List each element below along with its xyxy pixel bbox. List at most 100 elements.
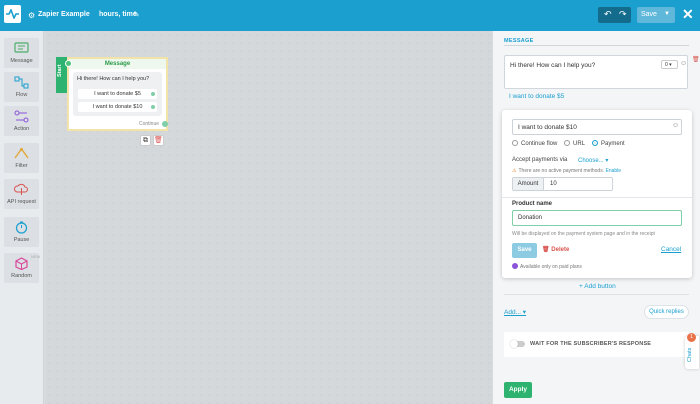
left-toolbar: Message Flow Action Filter API request P… (0, 31, 44, 404)
apply-button[interactable]: Apply (504, 382, 532, 398)
tool-label: Action (13, 126, 30, 132)
tool-pause[interactable]: Pause (4, 217, 39, 247)
radio-label: Continue flow (521, 141, 558, 147)
continue-port[interactable] (162, 121, 168, 127)
tool-filter[interactable]: Filter (4, 143, 39, 173)
filter-icon (14, 147, 29, 159)
payment-method-value: Choose... (578, 158, 604, 164)
node-button-label: I want to donate $10 (92, 104, 143, 110)
divider (504, 45, 689, 46)
wait-response-label: WAIT FOR THE SUBSCRIBER'S RESPONSE (530, 341, 652, 347)
new-badge: NEW (31, 254, 41, 259)
chats-badge: 1 (687, 333, 696, 342)
delete-label: Delete (551, 247, 570, 253)
flow-name[interactable]: Zapier Example (38, 11, 90, 18)
char-count: 0 (665, 62, 668, 68)
product-name-input[interactable]: Donation (512, 210, 682, 226)
save-button-label: Save (641, 11, 657, 18)
node-button[interactable]: I want to donate $10 (78, 102, 157, 112)
quick-replies-button[interactable]: Quick replies (644, 305, 689, 319)
gear-icon[interactable]: ⚙ (28, 11, 35, 20)
enable-link[interactable]: Enable (605, 168, 621, 174)
node-message-text: Hi there! How can I help you? (77, 76, 150, 82)
emoji-icon[interactable]: ☺ (672, 122, 679, 129)
continue-label: Continue (139, 121, 160, 127)
tool-label: API request (7, 199, 36, 205)
tool-flow[interactable]: Flow (4, 72, 39, 102)
node-message-bubble: Hi there! How can I help you? I want to … (73, 72, 162, 116)
existing-button-link[interactable]: I want to donate $5 (509, 93, 564, 100)
message-icon (14, 42, 29, 53)
radio-circle[interactable] (512, 140, 518, 146)
start-label: Start (57, 64, 63, 77)
timer-icon (15, 221, 28, 234)
radio-label: Payment (601, 141, 625, 147)
trash-icon[interactable]: 🗑 (153, 135, 164, 146)
premium-icon (512, 263, 518, 269)
amount-value[interactable]: 10 (550, 181, 557, 187)
paid-plan-note: Available only on paid plans (512, 263, 582, 270)
payment-method-select[interactable]: Choose... ▾ (578, 157, 608, 164)
tool-api-request[interactable]: API request (4, 179, 39, 209)
amount-field[interactable]: Amount 10 (512, 177, 613, 191)
radio-continue-flow[interactable]: Continue flow (512, 140, 557, 147)
tool-action[interactable]: Action (4, 106, 39, 136)
warning-text: There are no active payment methods. (518, 168, 605, 174)
undo-redo-group: ↶ ↷ (598, 7, 631, 23)
save-button[interactable]: Save (512, 243, 537, 258)
cube-icon (15, 257, 28, 270)
flow-canvas[interactable]: Start Message Hi there! How can I help y… (45, 31, 492, 404)
payment-warning: ⚠ There are no active payment methods. En… (512, 168, 621, 174)
tool-label: Random (11, 273, 32, 279)
tool-label: Flow (15, 92, 28, 98)
radio-payment[interactable]: Payment (592, 140, 625, 147)
chats-label: Chats (687, 347, 693, 362)
radio-circle[interactable] (564, 140, 570, 146)
pencil-icon[interactable]: ✎ (133, 10, 140, 19)
node-input-port[interactable] (65, 60, 72, 67)
step-name[interactable]: hours, time (99, 11, 137, 18)
app-logo-icon[interactable] (4, 5, 21, 23)
message-textarea[interactable]: Hi there! How can I help you? 0 ▾ ☺ (504, 55, 688, 89)
tool-label: Pause (13, 237, 30, 243)
wait-response-toggle[interactable] (510, 340, 525, 348)
node-button-label: I want to donate $5 (94, 91, 141, 97)
cancel-link[interactable]: Cancel (661, 246, 681, 253)
radio-label: URL (573, 141, 586, 147)
properties-panel: MESSAGE Hi there! How can I help you? 0 … (492, 31, 700, 404)
button-text-field[interactable]: ☺ (512, 119, 682, 135)
divider (502, 197, 692, 198)
chevron-down-icon[interactable]: ▼ (664, 11, 670, 17)
emoji-icon[interactable]: ☺ (680, 60, 687, 67)
message-node[interactable]: Message Hi there! How can I help you? I … (65, 57, 168, 131)
redo-icon[interactable]: ↷ (619, 9, 627, 20)
copy-icon[interactable]: ⧉ (140, 135, 151, 146)
tool-message[interactable]: Message (4, 38, 39, 68)
warning-icon: ⚠ (512, 168, 517, 174)
node-button-port[interactable] (151, 105, 155, 109)
api-request-icon (14, 183, 28, 195)
button-editor-card: ☺ Continue flow URL Payment Accept payme… (502, 110, 692, 278)
radio-circle-selected[interactable] (592, 140, 598, 146)
save-button[interactable]: Save ▼ (637, 7, 675, 23)
undo-icon[interactable]: ↶ (604, 9, 612, 20)
add-menu-dropdown[interactable]: Add... ▾ (504, 308, 526, 316)
add-button-link[interactable]: + Add button (579, 283, 616, 290)
divider (504, 294, 689, 295)
chats-tab[interactable]: 1 Chats (685, 333, 699, 369)
close-icon[interactable]: ✕ (682, 7, 694, 21)
radio-url[interactable]: URL (564, 140, 585, 147)
product-name-label: Product name (512, 201, 553, 207)
node-button-port[interactable] (151, 92, 155, 96)
button-text-input[interactable] (513, 120, 663, 134)
trash-icon[interactable]: 🗑 (692, 56, 700, 63)
variable-dropdown[interactable]: 0 ▾ (661, 60, 678, 69)
add-menu-label: Add... (504, 309, 521, 316)
node-button[interactable]: I want to donate $5 (78, 89, 157, 99)
message-text: Hi there! How can I help you? (510, 62, 596, 69)
delete-button[interactable]: 🗑 Delete (542, 246, 569, 253)
node-title: Message (69, 59, 166, 69)
action-icon (14, 110, 29, 123)
tool-random[interactable]: NEW Random (4, 253, 41, 283)
top-bar: ⚙ Zapier Example hours, time ✎ ↶ ↷ Save … (0, 0, 700, 31)
